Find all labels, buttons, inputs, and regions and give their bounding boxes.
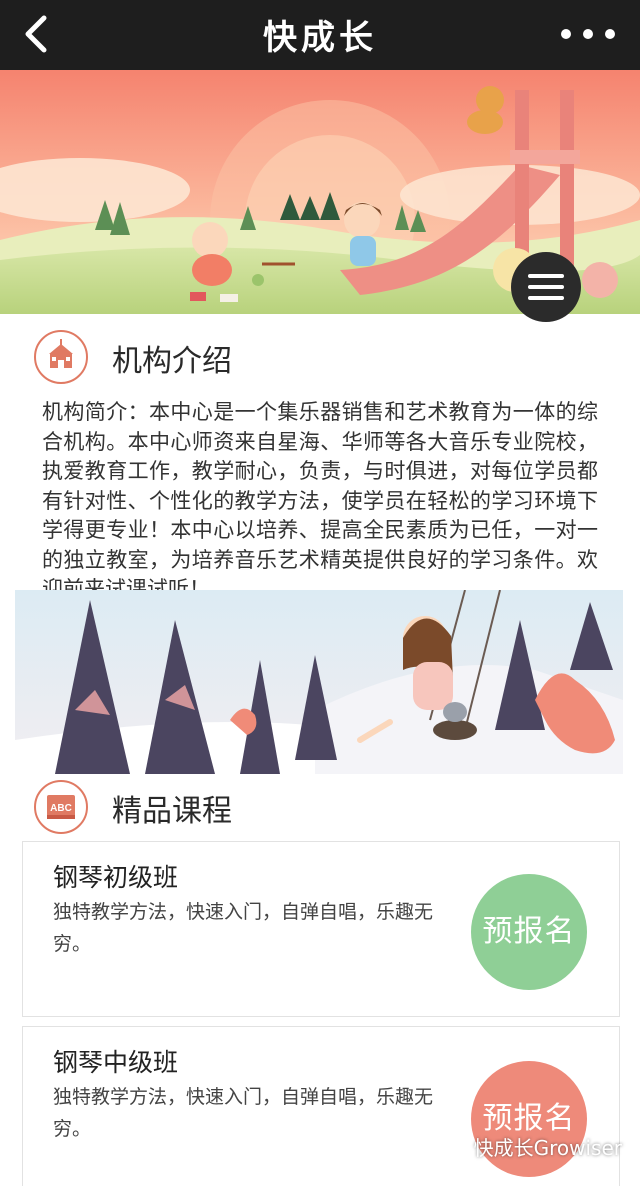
school-building-icon — [34, 330, 88, 384]
course-title: 钢琴初级班 — [53, 863, 179, 892]
more-button[interactable] — [558, 22, 618, 46]
course-description: 独特教学方法，快速入门，自弹自唱，乐趣无穷。 — [53, 901, 434, 955]
top-nav-bar: 快成长 — [0, 0, 640, 70]
course-card[interactable]: 钢琴初级班 独特教学方法，快速入门，自弹自唱，乐趣无穷。 预报名 — [22, 841, 620, 1017]
winter-banner-image — [15, 590, 623, 774]
watermark: 快成长Growiser — [439, 1132, 622, 1164]
hamburger-menu-icon — [528, 274, 564, 278]
more-dots-icon — [561, 29, 615, 39]
course-description: 独特教学方法，快速入门，自弹自唱，乐趣无穷。 — [53, 1086, 434, 1140]
hamburger-menu-icon — [528, 285, 564, 289]
watermark-text: 快成长Growiser — [473, 1136, 622, 1160]
page-title: 快成长 — [263, 18, 377, 58]
intro-section-title: 机构介绍 — [112, 344, 232, 379]
menu-button[interactable] — [511, 252, 581, 322]
wechat-icon — [439, 1138, 468, 1160]
pre-register-button[interactable]: 预报名 — [471, 874, 587, 990]
course-title: 钢琴中级班 — [53, 1048, 179, 1077]
courses-section-title: 精品课程 — [112, 794, 232, 829]
svg-text:ABC: ABC — [50, 803, 72, 814]
abc-book-icon: ABC — [34, 780, 88, 834]
hamburger-menu-icon — [528, 296, 564, 300]
intro-text: 机构简介：本中心是一个集乐器销售和艺术教育为一体的综合机构。本中心师资来自星海、… — [42, 400, 598, 601]
